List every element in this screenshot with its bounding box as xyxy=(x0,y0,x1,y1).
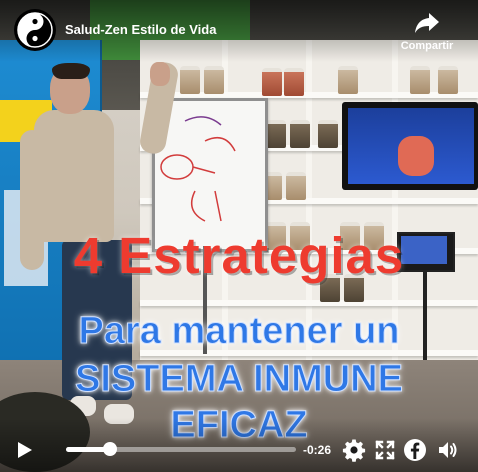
time-remaining: -0:26 xyxy=(303,443,332,457)
jar xyxy=(262,68,282,96)
share-button[interactable]: Compartir xyxy=(394,8,460,56)
shelf xyxy=(140,300,478,306)
progress-bar[interactable] xyxy=(66,442,296,456)
jar xyxy=(180,66,200,94)
jar xyxy=(286,172,306,200)
share-label: Compartir xyxy=(400,40,454,52)
channel-name-link[interactable]: Salud-Zen Estilo de Vida xyxy=(65,22,216,37)
presenter-hand xyxy=(150,62,170,86)
player-header: Salud-Zen Estilo de Vida Compartir xyxy=(0,0,478,62)
jar xyxy=(438,66,458,94)
facebook-icon[interactable] xyxy=(403,438,427,462)
tv-intestine-graphic xyxy=(398,136,434,176)
gear-icon[interactable] xyxy=(342,438,366,462)
jar xyxy=(204,66,224,94)
jar xyxy=(338,66,358,94)
overlay-headline: 4 Estrategias xyxy=(73,227,405,284)
presenter-torso xyxy=(34,110,114,242)
yin-yang-logo-icon[interactable] xyxy=(16,11,54,49)
overlay-subtitle-line: Para mantener un xyxy=(78,310,400,353)
jar xyxy=(318,120,338,148)
video-player[interactable]: 4 Estrategias Para mantener un SISTEMA I… xyxy=(0,0,478,472)
jar xyxy=(284,68,304,96)
presenter-hair xyxy=(52,63,90,79)
fullscreen-icon[interactable] xyxy=(373,438,397,462)
overlay-subtitle-line: SISTEMA INMUNE xyxy=(75,358,404,401)
progress-handle[interactable] xyxy=(102,442,117,456)
jar xyxy=(290,120,310,148)
jar xyxy=(410,66,430,94)
jar xyxy=(266,120,286,148)
play-icon[interactable] xyxy=(14,440,34,460)
share-arrow-icon xyxy=(415,13,439,33)
volume-icon[interactable] xyxy=(436,438,460,462)
